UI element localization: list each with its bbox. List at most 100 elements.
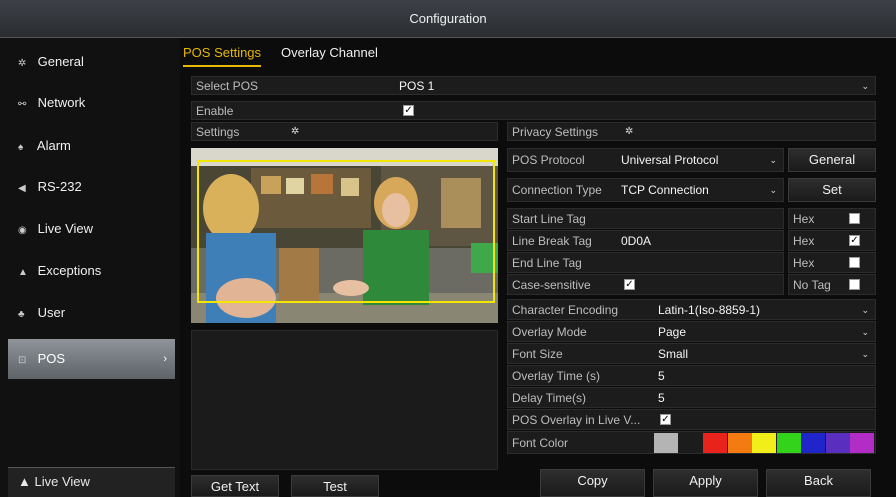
font-color-swatch[interactable] [850, 433, 874, 453]
overlay-time-label: Overlay Time (s) [512, 369, 601, 383]
tab-pos-settings[interactable]: POS Settings [183, 45, 262, 67]
tab-overlay-channel[interactable]: Overlay Channel [281, 45, 378, 67]
line-break-tag-input[interactable]: 0D0A [621, 231, 651, 251]
delay-time-input[interactable]: 5 [658, 388, 665, 408]
hex-label: Hex [793, 256, 815, 270]
copy-button[interactable]: Copy [540, 469, 645, 497]
test-button[interactable]: Test [291, 475, 379, 497]
sidebar-item-exceptions[interactable]: ▲ Exceptions [8, 251, 175, 291]
privacy-gear-icon[interactable]: ✲ [625, 123, 633, 141]
live-view-button[interactable]: ▲ Live View [8, 467, 175, 497]
sidebar-item-label: Exceptions [37, 263, 102, 278]
end-line-tag-row: End Line Tag [507, 252, 784, 273]
back-button[interactable]: Back [766, 469, 871, 497]
overlay-mode-select[interactable]: Page [658, 322, 686, 342]
start-line-tag-label: Start Line Tag [512, 212, 586, 226]
pos-protocol-label: POS Protocol [512, 153, 585, 167]
start-hex-checkbox[interactable] [849, 213, 860, 224]
font-color-swatch[interactable] [703, 433, 727, 453]
line-break-tag-label: Line Break Tag [512, 234, 592, 248]
font-size-select[interactable]: Small [658, 344, 688, 364]
connection-type-label: Connection Type [512, 183, 602, 197]
font-color-swatch[interactable] [776, 433, 801, 453]
end-line-tag-label: End Line Tag [512, 256, 582, 270]
chevron-down-icon[interactable]: ⌄ [861, 77, 869, 95]
chevron-down-icon[interactable]: ⌄ [769, 149, 777, 171]
connection-type-row: Connection Type TCP Connection ⌄ [507, 178, 784, 202]
home-icon: ▲ [18, 474, 31, 489]
chevron-down-icon[interactable]: ⌄ [769, 179, 777, 201]
no-tag-checkbox[interactable] [849, 279, 860, 290]
set-button[interactable]: Set [788, 178, 876, 202]
camera-preview[interactable] [191, 148, 498, 323]
pos-protocol-row: POS Protocol Universal Protocol ⌄ [507, 148, 784, 172]
line-break-hex-row: Hex ✓ [788, 230, 876, 251]
window-title: Configuration [0, 0, 896, 38]
alarm-icon: ♠ [18, 142, 24, 153]
end-hex-checkbox[interactable] [849, 257, 860, 268]
sidebar-item-user[interactable]: ♣ User [8, 293, 175, 333]
sidebar-item-rs232[interactable]: ◀ RS-232 [8, 167, 175, 207]
roi-rectangle[interactable] [197, 160, 495, 303]
font-color-label: Font Color [512, 436, 569, 450]
sidebar-item-network[interactable]: ⚯ Network [8, 83, 175, 123]
user-icon: ♣ [18, 309, 25, 320]
main-panel: POS Settings Overlay Channel Select POS … [180, 38, 896, 497]
start-line-tag-row: Start Line Tag [507, 208, 784, 229]
sidebar-item-pos[interactable]: ⊡ POS › [8, 339, 175, 379]
no-tag-row: No Tag [788, 274, 876, 295]
case-sensitive-checkbox[interactable]: ✓ [624, 279, 635, 290]
line-break-hex-checkbox[interactable]: ✓ [849, 235, 860, 246]
font-color-swatch[interactable] [727, 433, 752, 453]
get-text-button[interactable]: Get Text [191, 475, 279, 497]
line-break-tag-row: Line Break Tag 0D0A [507, 230, 784, 251]
sidebar-item-alarm[interactable]: ♠ Alarm [8, 126, 175, 166]
character-encoding-label: Character Encoding [512, 303, 619, 317]
network-icon: ⚯ [18, 99, 27, 110]
enable-checkbox[interactable]: ✓ [403, 105, 414, 116]
pos-protocol-select[interactable]: Universal Protocol [621, 149, 718, 171]
pos-text-display-panel [191, 330, 498, 470]
font-color-selected-swatch[interactable] [654, 433, 678, 453]
sidebar-item-label: General [37, 54, 84, 69]
pos-terminal-icon: ⊡ [18, 355, 27, 366]
sidebar: ✲ General ⚯ Network ♠ Alarm ◀ RS-232 ◉ L… [0, 38, 180, 497]
connection-type-select[interactable]: TCP Connection [621, 179, 709, 201]
general-button[interactable]: General [788, 148, 876, 172]
overlay-time-input[interactable]: 5 [658, 366, 665, 386]
enable-row: Enable ✓ [191, 101, 876, 120]
delay-time-label: Delay Time(s) [512, 391, 587, 405]
select-pos-row[interactable]: Select POS POS 1 ⌄ [191, 76, 876, 95]
settings-gear-icon[interactable]: ✲ [291, 123, 299, 141]
font-color-row: Font Color [507, 431, 876, 454]
overlay-time-row: Overlay Time (s) 5 [507, 365, 876, 386]
eye-icon: ◉ [18, 225, 27, 236]
character-encoding-select[interactable]: Latin-1(Iso-8859-1) [658, 300, 760, 320]
font-color-swatch[interactable] [752, 433, 776, 453]
font-size-label: Font Size [512, 347, 563, 361]
sidebar-item-label: Alarm [36, 138, 71, 153]
font-size-row: Font Size Small ⌄ [507, 343, 876, 364]
gear-icon: ✲ [18, 58, 27, 69]
privacy-settings-label: Privacy Settings [512, 125, 599, 139]
overlay-mode-row: Overlay Mode Page ⌄ [507, 321, 876, 342]
apply-button[interactable]: Apply [653, 469, 758, 497]
chevron-down-icon[interactable]: ⌄ [861, 344, 869, 364]
chevron-down-icon[interactable]: ⌄ [861, 322, 869, 342]
font-color-swatch[interactable] [825, 433, 850, 453]
chevron-right-icon: › [163, 353, 167, 365]
chevron-down-icon[interactable]: ⌄ [861, 300, 869, 320]
pos-overlay-live-checkbox[interactable]: ✓ [660, 414, 671, 425]
font-color-swatch[interactable] [801, 433, 825, 453]
case-sensitive-row: Case-sensitive ✓ [507, 274, 784, 295]
settings-label: Settings [196, 125, 240, 139]
no-tag-label: No Tag [793, 278, 831, 292]
pos-overlay-live-row: POS Overlay in Live V... ✓ [507, 409, 876, 430]
sidebar-item-label: POS [37, 351, 66, 366]
select-pos-value[interactable]: POS 1 [399, 77, 434, 95]
sidebar-item-label: Network [37, 95, 86, 110]
warning-icon: ▲ [18, 267, 28, 278]
sidebar-item-general[interactable]: ✲ General [8, 42, 175, 82]
sidebar-item-live-view[interactable]: ◉ Live View [8, 209, 175, 249]
sidebar-item-label: Live View [37, 221, 94, 236]
